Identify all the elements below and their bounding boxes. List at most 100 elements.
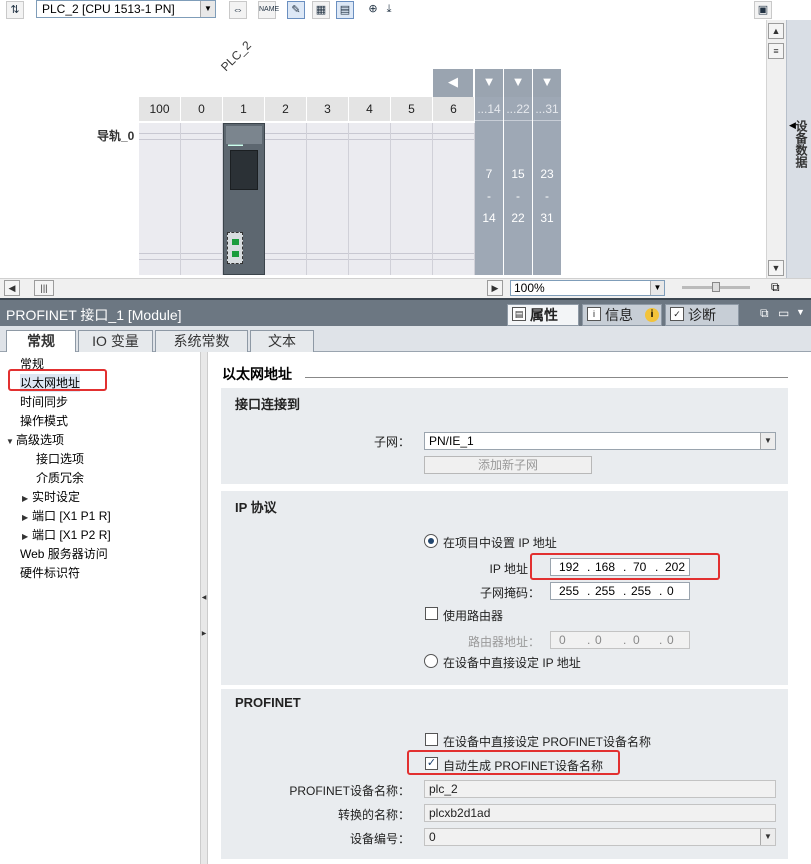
rail-label: 导轨_0 bbox=[97, 129, 135, 143]
tab-system-constants[interactable]: 系统常数 bbox=[155, 330, 248, 352]
panel-restore-icon[interactable]: ⧉ bbox=[760, 306, 769, 321]
device-view: ⇅ PLC_2 [CPU 1513-1 PN] ▼ ⇔ NAME ✎ ▦ ▤ ⊕… bbox=[0, 0, 811, 298]
chevron-down-icon[interactable]: ▼ bbox=[650, 281, 664, 295]
device-select[interactable]: PLC_2 [CPU 1513-1 PN] ▼ bbox=[36, 0, 216, 18]
tab-properties[interactable]: ▤ 属性 bbox=[507, 304, 579, 326]
slot-2[interactable] bbox=[265, 123, 307, 275]
slot-0[interactable] bbox=[181, 123, 223, 275]
nav-media-redundancy[interactable]: 介质冗余 bbox=[36, 469, 84, 487]
nav-time-sync[interactable]: 时间同步 bbox=[20, 393, 68, 411]
slot-header-2: 2 bbox=[265, 97, 307, 121]
nav-splitter[interactable]: ◀ ▶ bbox=[200, 352, 208, 864]
name-display-icon[interactable]: NAME bbox=[258, 1, 279, 19]
tab-texts[interactable]: 文本 bbox=[250, 330, 314, 352]
subnet-select[interactable]: PN/IE_1 ▼ bbox=[424, 432, 776, 450]
show-hide-icon[interactable]: ✎ bbox=[287, 1, 305, 19]
converted-name-field[interactable]: plcxb2d1ad bbox=[424, 804, 776, 822]
inspector-title-bar: PROFINET 接口_1 [Module] ▤ 属性 i 信息 i ✓ 诊断 … bbox=[0, 298, 811, 326]
nav-port-p2[interactable]: ▶ 端口 [X1 P2 R] bbox=[22, 526, 111, 544]
slot-group-end: 31 bbox=[540, 211, 554, 225]
chevron-down-icon[interactable]: ▼ bbox=[200, 1, 215, 17]
device-number-select[interactable]: 0 ▼ bbox=[424, 828, 776, 846]
chevron-down-icon[interactable]: ▼ bbox=[760, 829, 775, 845]
nav-realtime-settings[interactable]: ▶ 实时设定 bbox=[22, 488, 80, 506]
slot-group-23-31[interactable]: ...31 23 - 31 bbox=[533, 97, 561, 275]
expand-column-button[interactable]: ▼ bbox=[475, 69, 503, 97]
zoom-slider-knob[interactable] bbox=[712, 282, 720, 292]
slot-100[interactable] bbox=[139, 123, 181, 275]
scroll-left-icon[interactable]: ◀ bbox=[4, 280, 20, 296]
scroll-thumb[interactable]: ||| bbox=[34, 280, 54, 296]
tab-properties-label: 属性 bbox=[530, 307, 558, 323]
slot-header-4: 4 bbox=[349, 97, 391, 121]
chevron-left-icon[interactable]: ◀ bbox=[201, 594, 207, 601]
nav-web-server-access[interactable]: Web 服务器访问 bbox=[20, 545, 108, 563]
slot-header-6: 6 bbox=[433, 97, 475, 121]
grid-icon[interactable]: ▦ bbox=[312, 1, 330, 19]
scroll-menu-icon[interactable]: ≡ bbox=[768, 43, 784, 59]
ip-address-label: IP 地址： bbox=[489, 562, 540, 576]
expand-column-button[interactable]: ▼ bbox=[533, 69, 561, 97]
rack-canvas[interactable]: PLC_2 导轨_0 100 0 1 2 3 4 5 6 ▬▬▬ ◀ ▼ ▼ ▼ bbox=[2, 20, 766, 278]
network-view-icon[interactable]: ⇅ bbox=[6, 1, 24, 19]
collapse-left-button[interactable]: ◀ bbox=[433, 69, 473, 97]
slot-4[interactable] bbox=[349, 123, 391, 275]
subnet-mask-field[interactable]: 255 . 255 . 255 . 0 bbox=[550, 582, 690, 600]
download-icon[interactable]: ⤓ bbox=[380, 1, 398, 19]
chevron-down-icon[interactable]: ▼ bbox=[760, 433, 775, 449]
slot-6[interactable] bbox=[433, 123, 475, 275]
scroll-right-icon[interactable]: ▶ bbox=[487, 280, 503, 296]
panel-maximize-icon[interactable]: ▭ bbox=[778, 306, 789, 320]
collapsed-triangle-icon[interactable]: ▶ bbox=[22, 528, 32, 546]
set-name-in-device-checkbox[interactable] bbox=[425, 733, 438, 746]
zoom-value: 100% bbox=[514, 281, 545, 295]
ip-dot: . bbox=[659, 584, 663, 598]
use-router-checkbox[interactable] bbox=[425, 607, 438, 620]
scroll-down-icon[interactable]: ▼ bbox=[768, 260, 784, 276]
slot-3[interactable] bbox=[307, 123, 349, 275]
vertical-scrollbar[interactable]: ▲ ≡ ▼ bbox=[766, 20, 786, 278]
expanded-triangle-icon[interactable]: ▼ bbox=[6, 433, 16, 451]
collapsed-triangle-icon[interactable]: ▶ bbox=[22, 490, 32, 508]
slot-group-dash: - bbox=[516, 189, 520, 203]
slot-5[interactable] bbox=[391, 123, 433, 275]
cpu-module[interactable]: ▬▬▬ bbox=[223, 123, 265, 275]
slot-group-header: ...14 bbox=[475, 97, 503, 121]
router-address-field[interactable]: 0 . 0 . 0 . 0 bbox=[550, 631, 690, 649]
subnet-mask-label: 子网掩码： bbox=[479, 586, 540, 600]
collapsed-triangle-icon[interactable]: ▶ bbox=[22, 509, 32, 527]
align-icon[interactable]: ⇔ bbox=[229, 1, 247, 19]
highlight-auto-name bbox=[407, 750, 620, 775]
chevron-right-icon[interactable]: ▶ bbox=[201, 630, 207, 637]
set-ip-in-device-radio[interactable] bbox=[424, 654, 438, 668]
nav-port-p1[interactable]: ▶ 端口 [X1 P1 R] bbox=[22, 507, 111, 525]
inspector-title: PROFINET 接口_1 [Module] bbox=[6, 307, 182, 323]
set-ip-in-project-radio[interactable] bbox=[424, 534, 438, 548]
slot-group-end: 14 bbox=[482, 211, 496, 225]
slot-group-start: 7 bbox=[485, 167, 493, 181]
nav-advanced-options[interactable]: ▼ 高级选项 bbox=[6, 431, 64, 449]
tab-io-tags[interactable]: IO 变量 bbox=[78, 330, 153, 352]
diagnostics-icon: ✓ bbox=[670, 307, 684, 321]
table-view-icon[interactable]: ▤ bbox=[336, 1, 354, 19]
tab-diagnostics[interactable]: ✓ 诊断 bbox=[665, 304, 739, 326]
slot-group-7-14[interactable]: ...14 7 - 14 bbox=[475, 97, 503, 275]
zoom-slider[interactable] bbox=[682, 282, 750, 292]
ethernet-port-icon[interactable] bbox=[227, 232, 243, 264]
nav-interface-options[interactable]: 接口选项 bbox=[36, 450, 84, 468]
nav-hardware-identifier[interactable]: 硬件标识符 bbox=[20, 564, 80, 582]
zoom-select[interactable]: 100% ▼ bbox=[510, 280, 665, 296]
slot-group-15-22[interactable]: ...22 15 - 22 bbox=[504, 97, 532, 275]
expand-column-button[interactable]: ▼ bbox=[504, 69, 532, 97]
tab-general[interactable]: 常规 bbox=[6, 330, 76, 353]
chevron-down-icon[interactable]: ▼ bbox=[796, 307, 805, 317]
panel-options-icon[interactable]: ▣ bbox=[754, 1, 772, 19]
slot-header-0: 0 bbox=[181, 97, 223, 121]
fit-view-icon[interactable]: ⧉ bbox=[771, 280, 780, 295]
nav-operating-mode[interactable]: 操作模式 bbox=[20, 412, 68, 430]
scroll-up-icon[interactable]: ▲ bbox=[768, 23, 784, 39]
device-data-side-tab[interactable]: ◀ 设备数据 bbox=[786, 20, 811, 278]
profinet-name-field[interactable]: plc_2 bbox=[424, 780, 776, 798]
tab-diagnostics-label: 诊断 bbox=[688, 307, 716, 323]
add-subnet-button[interactable]: 添加新子网 bbox=[424, 456, 592, 474]
